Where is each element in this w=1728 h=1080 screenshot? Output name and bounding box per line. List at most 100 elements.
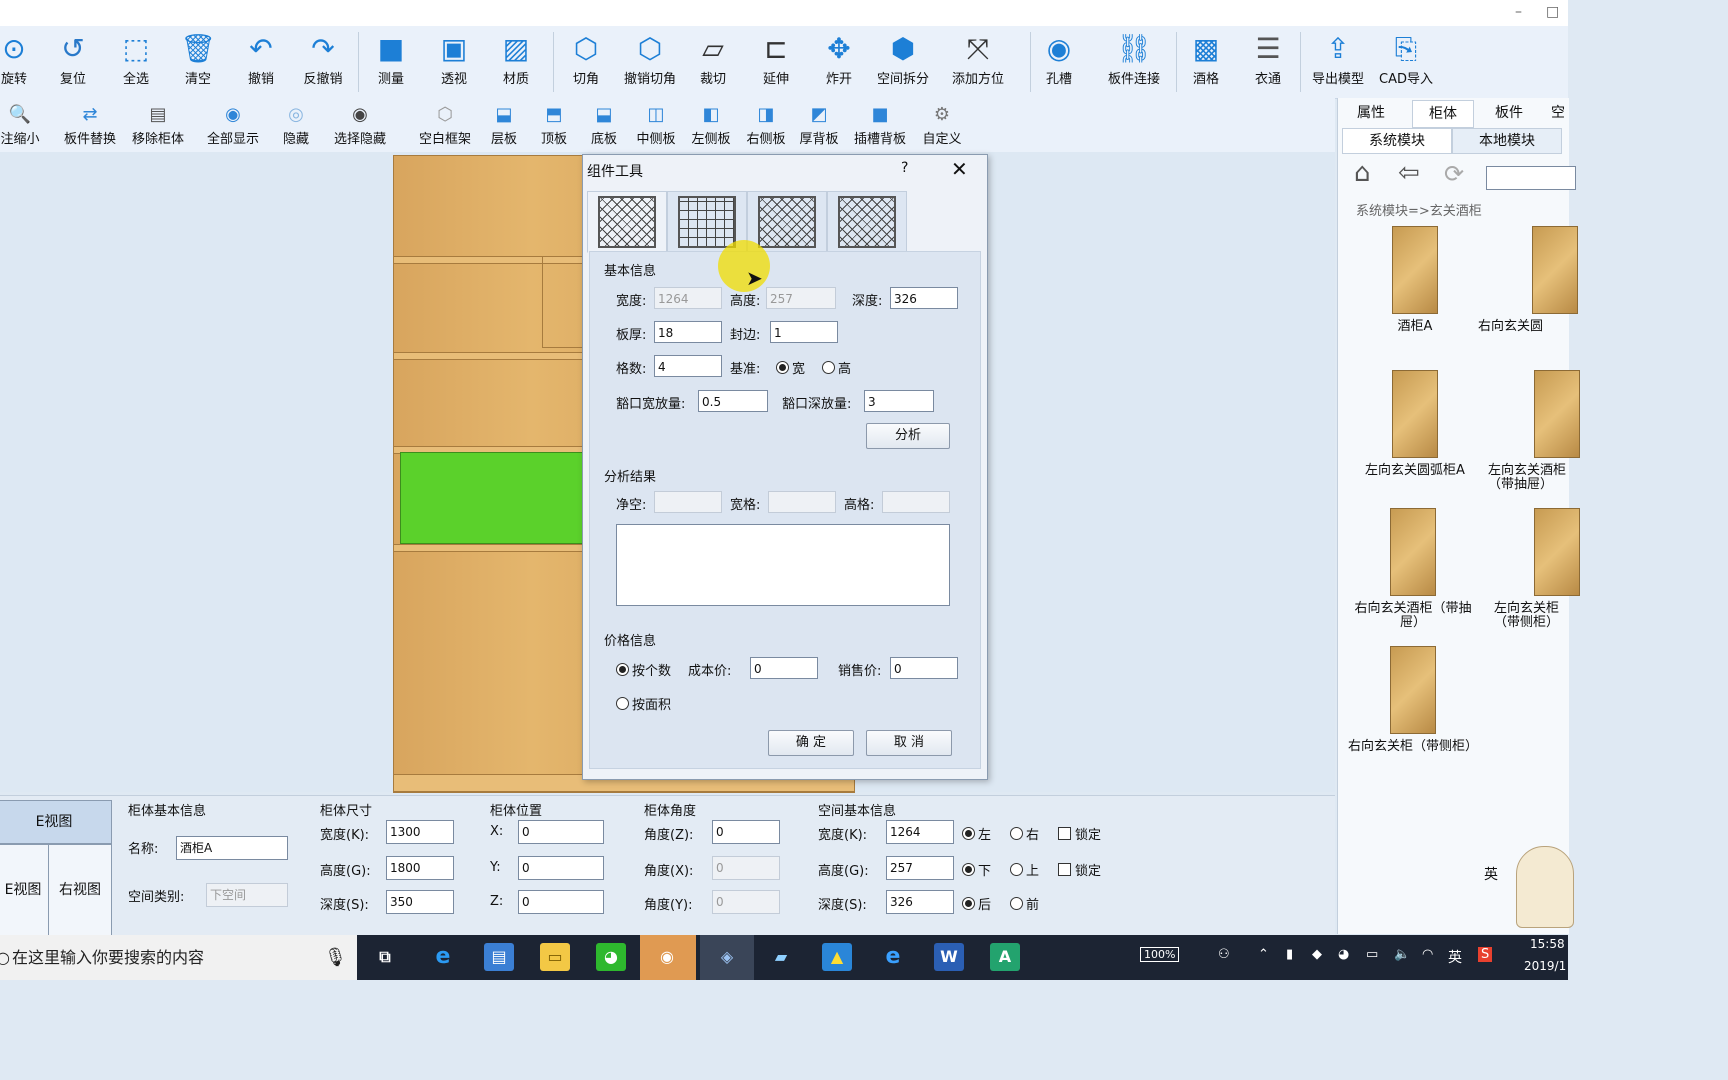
depth-field[interactable]: 326: [890, 287, 958, 309]
panel-replace-button[interactable]: ⇄ 板件替换: [60, 102, 120, 148]
app-icon[interactable]: ▰: [766, 943, 796, 971]
analysis-result-box[interactable]: [616, 524, 950, 606]
sale-field[interactable]: 0: [890, 657, 958, 679]
module-item[interactable]: 左向玄关圆弧柜A: [1350, 370, 1480, 478]
bottom-panel-button[interactable]: ⬓ 底板: [586, 102, 622, 148]
angle-z-field[interactable]: 0: [712, 820, 780, 844]
edge-icon[interactable]: e: [428, 943, 458, 971]
design-app-tile[interactable]: ◈: [700, 935, 754, 980]
grid-count-field[interactable]: 4: [654, 355, 722, 377]
refresh-icon[interactable]: ⟳: [1444, 160, 1464, 188]
cabinet-depth-field[interactable]: 350: [386, 890, 454, 914]
select-all-button[interactable]: ⬚ 全选: [115, 30, 157, 94]
notch-depth-field[interactable]: 3: [864, 390, 934, 412]
blank-frame-button[interactable]: ⬡ 空白框架: [414, 102, 476, 148]
clock-time[interactable]: 15:58: [1530, 937, 1565, 951]
hanger-rod-button[interactable]: ☰ 衣通: [1247, 30, 1289, 94]
lock-height-checkbox[interactable]: 锁定: [1058, 860, 1101, 879]
hide-button[interactable]: ◎ 隐藏: [276, 102, 316, 148]
drawing-app-icon[interactable]: ▲: [822, 943, 852, 971]
align-up-radio[interactable]: 上: [1010, 860, 1039, 879]
selected-space-highlight[interactable]: [400, 452, 602, 544]
chevron-up-icon[interactable]: ⌃: [1258, 947, 1269, 962]
cabinet-height-field[interactable]: 1800: [386, 856, 454, 880]
battery-indicator[interactable]: 100%: [1140, 947, 1180, 962]
custom-button[interactable]: ⚙ 自定义: [918, 102, 966, 148]
undo-chamfer-button[interactable]: ⬡ 撤销切角: [620, 30, 680, 94]
extend-button[interactable]: ⊏ 延伸: [755, 30, 797, 94]
ime-indicator[interactable]: 英: [1448, 947, 1462, 967]
tab-diamond-grid-2[interactable]: [747, 191, 827, 253]
chamfer-button[interactable]: ⬡ 切角: [563, 30, 609, 94]
align-down-radio[interactable]: 下: [962, 860, 991, 879]
by-count-radio[interactable]: 按个数: [616, 660, 671, 679]
store-icon[interactable]: ▤: [484, 943, 514, 971]
space-width-field[interactable]: 1264: [886, 820, 954, 844]
wechat-tray-icon[interactable]: ◕: [1338, 947, 1349, 962]
cabinet-width-field[interactable]: 1300: [386, 820, 454, 844]
name-field[interactable]: 酒柜A: [176, 836, 288, 860]
cad-import-button[interactable]: ⎘ CAD导入: [1376, 30, 1436, 94]
remove-cabinet-button[interactable]: ▤ 移除柜体: [128, 102, 188, 148]
battery-tray-icon[interactable]: ▭: [1366, 947, 1378, 962]
view-left[interactable]: E视图: [0, 844, 50, 936]
close-button[interactable]: ✕: [951, 157, 968, 181]
microphone-icon[interactable]: 🎙: [324, 935, 347, 980]
clear-button[interactable]: 🗑 清空: [177, 30, 219, 94]
align-right-radio[interactable]: 右: [1010, 824, 1039, 843]
explode-button[interactable]: ✥ 炸开: [818, 30, 860, 94]
tab-cabinet[interactable]: 柜体: [1412, 100, 1474, 128]
tab-panel[interactable]: 板件: [1484, 100, 1534, 126]
add-orientation-button[interactable]: ⤧ 添加方位: [948, 30, 1008, 94]
space-height-field[interactable]: 257: [886, 856, 954, 880]
minimize-button[interactable]: –: [1515, 4, 1522, 20]
align-left-radio[interactable]: 左: [962, 824, 991, 843]
tab-space[interactable]: 空: [1548, 100, 1568, 126]
view-right[interactable]: 右视图: [48, 844, 112, 936]
tab-diamond-grid[interactable]: [587, 191, 667, 253]
align-front-radio[interactable]: 前: [1010, 894, 1039, 913]
tab-diamond-grid-3[interactable]: [827, 191, 907, 253]
tab-properties[interactable]: 属性: [1346, 100, 1396, 126]
x-field[interactable]: 0: [518, 820, 604, 844]
right-side-button[interactable]: ◨ 右侧板: [742, 102, 790, 148]
cut-button[interactable]: ▱ 裁切: [692, 30, 734, 94]
tab-local-modules[interactable]: 本地模块: [1452, 128, 1562, 154]
module-item[interactable]: 左向玄关酒柜（带抽屉）: [1488, 370, 1580, 492]
back-arrow-icon[interactable]: ⇦: [1398, 158, 1420, 188]
active-app-tile[interactable]: ◉: [640, 935, 696, 980]
slot-back-button[interactable]: ■ 插槽背板: [850, 102, 910, 148]
basis-height-radio[interactable]: 高: [822, 358, 851, 377]
thickness-field[interactable]: 18: [654, 321, 722, 343]
basis-width-radio[interactable]: 宽: [776, 358, 805, 377]
cost-field[interactable]: 0: [750, 657, 818, 679]
left-side-button[interactable]: ◧ 左侧板: [687, 102, 735, 148]
module-item[interactable]: 右向玄关柜（带侧柜）: [1348, 646, 1478, 754]
lock-width-checkbox[interactable]: 锁定: [1058, 824, 1101, 843]
help-button[interactable]: ?: [901, 160, 908, 176]
shelf-button[interactable]: ⬓ 层板: [486, 102, 522, 148]
perspective-button[interactable]: ▣ 透视: [433, 30, 475, 94]
rotate-button[interactable]: ⊙ 旋转: [0, 30, 34, 94]
module-search-input[interactable]: [1486, 166, 1576, 190]
view-front[interactable]: E视图: [0, 800, 112, 844]
module-item[interactable]: 左向玄关柜（带侧柜）: [1494, 508, 1580, 630]
wifi-icon[interactable]: ◠: [1422, 947, 1433, 962]
by-area-radio[interactable]: 按面积: [616, 694, 671, 713]
export-model-button[interactable]: ⇪ 导出模型: [1308, 30, 1368, 94]
file-explorer-icon[interactable]: ▭: [540, 943, 570, 971]
sogou-icon[interactable]: S: [1478, 947, 1493, 962]
edge-field[interactable]: 1: [770, 321, 838, 343]
access-icon[interactable]: A: [990, 943, 1020, 971]
ie-icon[interactable]: e: [878, 943, 908, 971]
tray-icon[interactable]: ▮: [1286, 947, 1293, 962]
module-item[interactable]: 右向玄关酒柜（带抽屉）: [1348, 508, 1478, 630]
tray-app-icon[interactable]: ◆: [1312, 947, 1322, 962]
volume-icon[interactable]: 🔈: [1394, 947, 1410, 962]
space-depth-field[interactable]: 326: [886, 890, 954, 914]
cancel-button[interactable]: 取 消: [866, 730, 952, 756]
wine-grid-button[interactable]: ▩ 酒格: [1185, 30, 1227, 94]
select-hide-button[interactable]: ◉ 选择隐藏: [328, 102, 392, 148]
module-item[interactable]: 右向玄关圆: [1478, 226, 1578, 334]
analyze-button[interactable]: 分析: [866, 423, 950, 449]
